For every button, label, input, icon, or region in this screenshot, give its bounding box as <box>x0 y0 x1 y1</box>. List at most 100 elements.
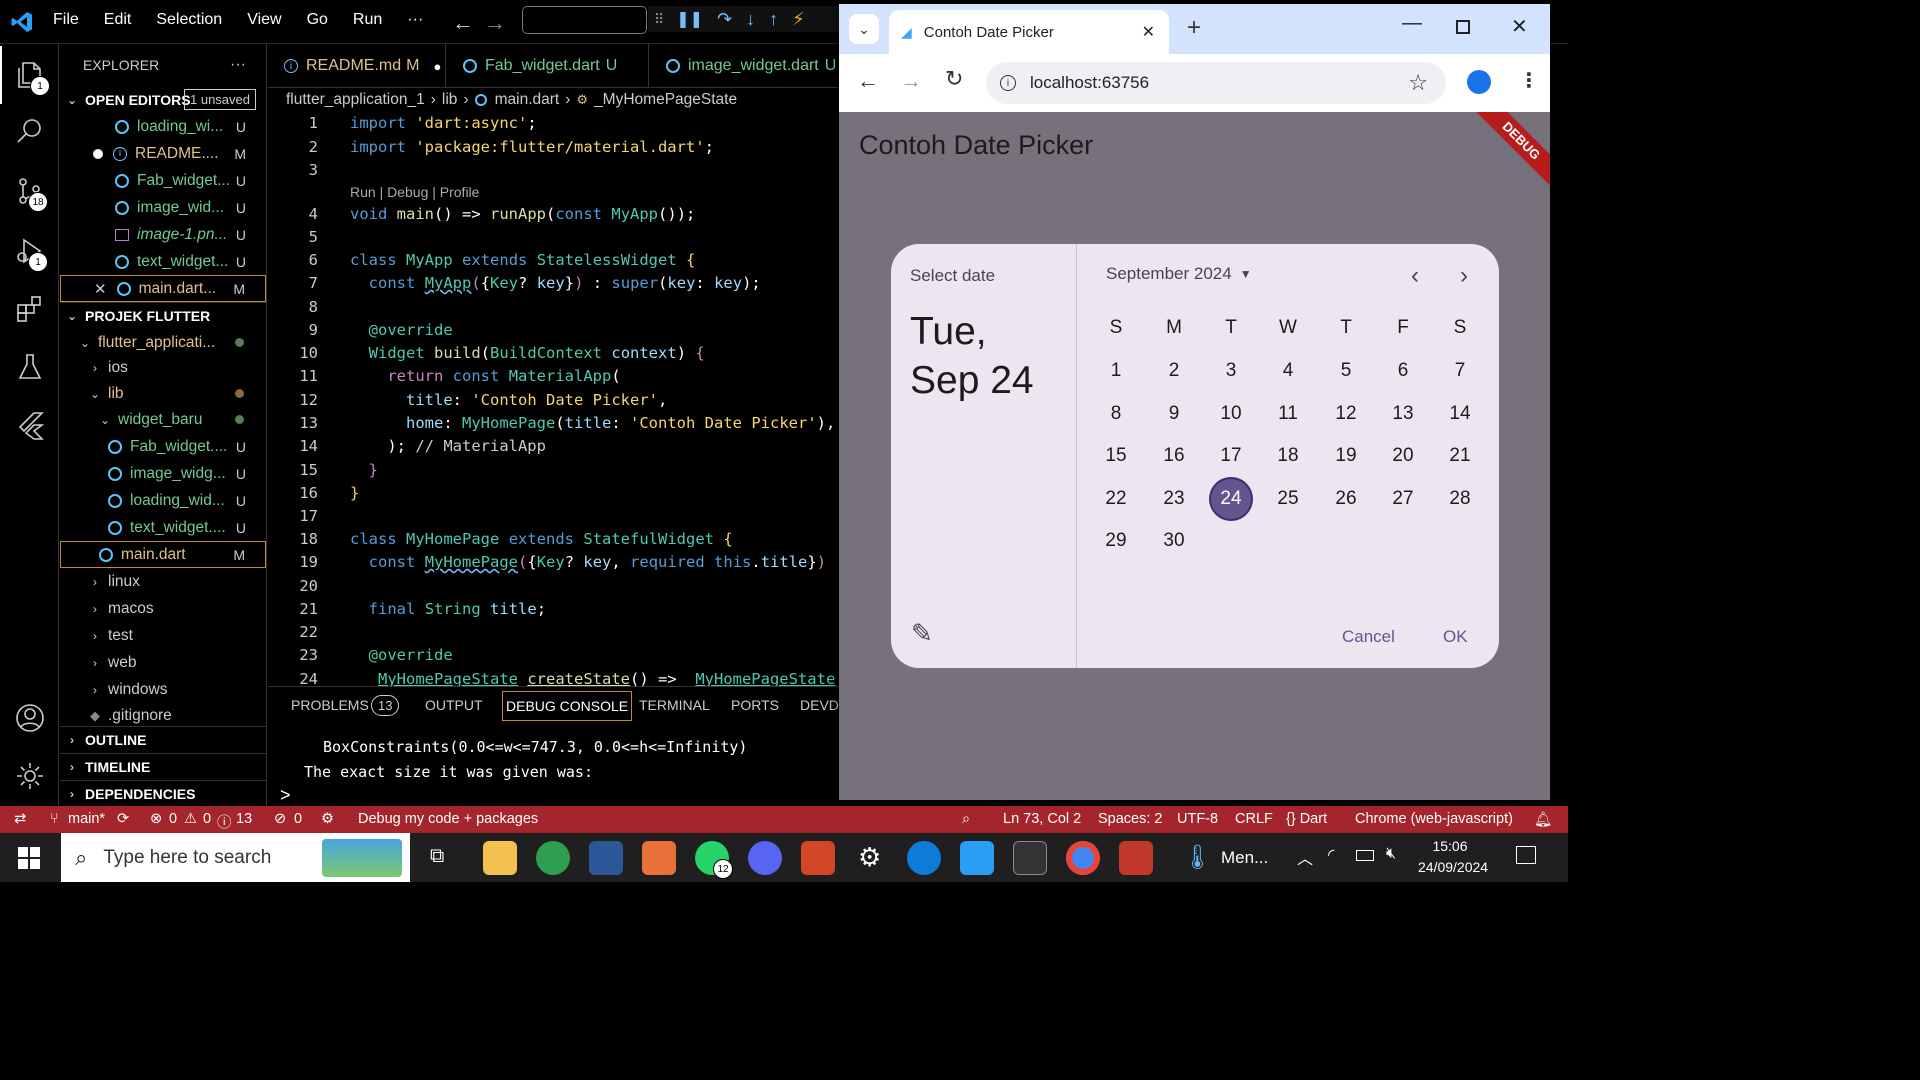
calendar-day[interactable]: 29 <box>1091 521 1141 561</box>
wifi-icon[interactable]: ◜ <box>1328 845 1334 865</box>
timeline-header[interactable]: › TIMELINE <box>60 753 266 780</box>
menu-edit[interactable]: Edit <box>104 11 132 29</box>
remote-icon[interactable]: ⇄ <box>14 811 26 827</box>
testing-icon[interactable] <box>0 338 59 396</box>
discord-icon[interactable] <box>748 841 782 875</box>
close-tab-icon[interactable]: ✕ <box>1142 22 1155 42</box>
clock[interactable]: 15:06 24/09/2024 <box>1418 838 1488 875</box>
run-debug-icon[interactable]: 1 <box>0 222 59 280</box>
console-input-prompt[interactable]: > <box>280 785 291 806</box>
calendar-day[interactable]: 11 <box>1263 394 1313 434</box>
file-explorer-icon[interactable] <box>483 841 517 875</box>
breadcrumb-item[interactable]: flutter_application_1 <box>286 91 425 109</box>
calendar-day[interactable]: 17 <box>1206 436 1256 476</box>
flutter-icon[interactable] <box>0 396 59 454</box>
sync-icon[interactable]: ⟳ <box>117 811 129 827</box>
open-editor-item[interactable]: image-1.pn... U <box>60 221 266 248</box>
tray-chevron-up-icon[interactable]: ︿ <box>1297 845 1313 869</box>
tab-image-widget[interactable]: image_widget.dart U <box>650 44 840 88</box>
speaker-muted-icon[interactable]: 🔇︎ <box>1386 845 1396 863</box>
notifications-icon[interactable] <box>1516 846 1536 864</box>
taskbar-search-box[interactable]: ⌕ Type here to search <box>61 833 410 882</box>
browser-tab[interactable]: ◢ Contoh Date Picker ✕ <box>889 10 1169 54</box>
hot-reload-icon[interactable]: ⚡ <box>792 9 805 30</box>
open-editors-header[interactable]: ⌄ OPEN EDITORS 1 unsaved <box>60 86 266 113</box>
forward-arrow-icon[interactable]: → <box>900 68 922 94</box>
tab-debug-console[interactable]: DEBUG CONSOLE <box>502 691 633 721</box>
calendar-day[interactable]: 8 <box>1091 394 1141 434</box>
git-branch[interactable]: main* <box>68 811 105 827</box>
back-arrow-icon[interactable]: ← <box>452 10 474 36</box>
file-item[interactable]: loading_wid... U <box>60 487 266 514</box>
calendar-day[interactable]: 16 <box>1149 436 1199 476</box>
cursor-position[interactable]: Ln 73, Col 2 <box>1003 811 1081 827</box>
calendar-day[interactable]: 3 <box>1206 351 1256 391</box>
chrome-menu-icon[interactable]: ⋮ <box>1519 68 1539 93</box>
calendar-day[interactable]: 19 <box>1321 436 1371 476</box>
line-ending[interactable]: CRLF <box>1235 811 1273 827</box>
address-bar[interactable]: i localhost:63756 ☆ <box>986 62 1446 104</box>
debug-config[interactable]: Debug my code + packages <box>358 811 538 827</box>
folder-root[interactable]: ⌄ flutter_applicati... <box>60 329 266 356</box>
terminal-icon[interactable] <box>1013 841 1047 875</box>
calendar-day[interactable]: 25 <box>1263 479 1313 519</box>
calendar-day[interactable]: 12 <box>1321 394 1371 434</box>
folder-macos[interactable]: › macos <box>60 595 266 622</box>
breadcrumb-item[interactable]: main.dart <box>495 91 560 109</box>
file-item[interactable]: Fab_widget.... U <box>60 433 266 460</box>
extensions-icon[interactable] <box>0 280 59 338</box>
explorer-more-icon[interactable]: ··· <box>230 56 246 74</box>
breadcrumb-item[interactable]: _MyHomePageState <box>594 91 737 109</box>
word-icon[interactable] <box>589 841 623 875</box>
search-icon[interactable] <box>0 102 59 160</box>
dependencies-header[interactable]: › DEPENDENCIES <box>60 780 266 807</box>
warning-count[interactable]: 0 <box>203 811 211 827</box>
menu-file[interactable]: File <box>53 11 79 29</box>
settings-gear-icon[interactable]: ⚙ <box>858 842 881 873</box>
new-tab-plus-icon[interactable]: + <box>1187 14 1201 42</box>
maximize-icon[interactable] <box>1456 20 1470 34</box>
calendar-day[interactable]: 1 <box>1091 351 1141 391</box>
pause-icon[interactable]: ❚❚ <box>676 9 703 29</box>
minimize-icon[interactable]: — <box>1402 12 1422 35</box>
cancel-button[interactable]: Cancel <box>1342 627 1395 647</box>
encoding[interactable]: UTF-8 <box>1177 811 1218 827</box>
chrome-icon[interactable] <box>1066 841 1100 875</box>
tab-fab-widget[interactable]: Fab_widget.dart U <box>447 44 649 88</box>
open-editor-item[interactable]: image_wid... U <box>60 194 266 221</box>
whatsapp-icon[interactable]: 12 <box>695 841 733 879</box>
code-editor[interactable]: 1 import 'dart:async'; 2 import 'package… <box>268 112 840 686</box>
menu-more[interactable]: ··· <box>407 11 423 29</box>
outline-header[interactable]: › OUTLINE <box>60 726 266 753</box>
calendar-day[interactable]: 22 <box>1091 479 1141 519</box>
file-gitignore[interactable]: ◆ .gitignore <box>60 702 266 729</box>
powerpoint-icon[interactable] <box>801 841 835 875</box>
edge-icon[interactable] <box>907 841 941 875</box>
ports-count[interactable]: 0 <box>294 811 302 827</box>
codelens-run-debug-profile[interactable]: Run | Debug | Profile <box>350 184 479 200</box>
calendar-day[interactable]: 4 <box>1263 351 1313 391</box>
menu-selection[interactable]: Selection <box>156 11 222 29</box>
close-icon[interactable]: ✕ <box>94 280 107 298</box>
site-info-icon[interactable]: i <box>1000 75 1016 91</box>
account-icon[interactable] <box>0 689 59 747</box>
tab-ports[interactable]: PORTS <box>731 697 779 713</box>
calendar-day[interactable]: 20 <box>1378 436 1428 476</box>
source-control-icon[interactable]: 18 <box>0 162 59 220</box>
calendar-day[interactable]: 23 <box>1149 479 1199 519</box>
windows-start-icon[interactable] <box>18 847 40 869</box>
target-device[interactable]: Chrome (web-javascript) <box>1355 811 1513 827</box>
menu-run[interactable]: Run <box>353 11 382 29</box>
folder-lib[interactable]: ⌄ lib <box>60 380 266 407</box>
language-mode[interactable]: {} Dart <box>1286 811 1327 827</box>
file-item[interactable]: text_widget.... U <box>60 514 266 541</box>
tab-search-chevron-icon[interactable]: ⌄ <box>849 14 879 44</box>
app-orange-icon[interactable] <box>642 841 676 875</box>
calendar-day[interactable]: 14 <box>1435 394 1485 434</box>
calendar-day[interactable]: 18 <box>1263 436 1313 476</box>
calendar-day[interactable]: 28 <box>1435 479 1485 519</box>
battery-icon[interactable] <box>1356 850 1374 861</box>
folder-linux[interactable]: › linux <box>60 568 266 595</box>
app-red-icon[interactable] <box>1119 841 1153 875</box>
menu-view[interactable]: View <box>247 11 281 29</box>
